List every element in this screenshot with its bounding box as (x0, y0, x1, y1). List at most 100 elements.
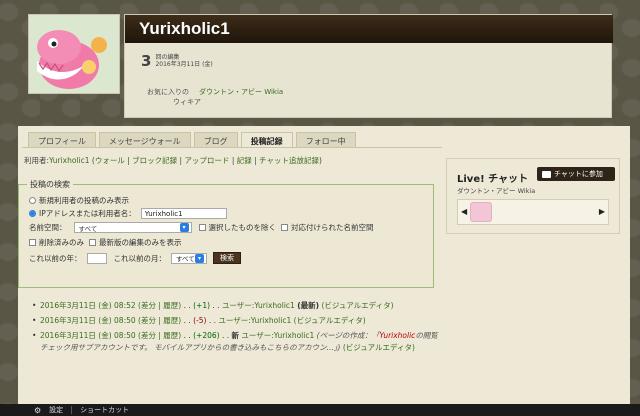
sep-4: | (251, 156, 260, 165)
size-diff: (+206) (193, 331, 220, 340)
month-select[interactable]: すべて ▾ (171, 252, 207, 264)
ip-user-label: IPアドレスまたは利用者名： (39, 209, 136, 218)
latest-flag: (最新) (297, 301, 320, 310)
tab-following[interactable]: フォロー中 (295, 132, 356, 147)
contributions-search-form: 投稿の検索 新規利用者の投稿のみ表示 IPアドレスまたは利用者名： 名前空間： … (18, 179, 434, 288)
year-input[interactable] (86, 252, 107, 264)
user-tool-links: 利用者:Yurixholic1 (ウォール | ブロック記録 | アップロード … (24, 155, 322, 166)
edit-count-meta: 回の編集 2016年3月11日 (金) (155, 54, 212, 68)
chat-bubble-icon (542, 170, 551, 178)
join-chat-button[interactable]: チャットに参加 (537, 167, 615, 181)
favorite-wiki-block: お気に入りの ダウントン・アビー Wikia ウィキア (147, 87, 283, 107)
chevron-left-icon[interactable]: ◀ (461, 207, 467, 216)
invert-checkbox[interactable] (198, 224, 206, 231)
editor-tag[interactable]: (ビジュアルエディタ) (321, 301, 393, 310)
associated-checkbox[interactable] (281, 224, 288, 231)
contributions-list: 2016年3月11日 (金) 08:52 (差分 | 履歴) . . (+1) … (32, 300, 444, 357)
edit-date-link[interactable]: 2016年3月11日 (金) 08:50 (40, 331, 136, 340)
edit-count: 3 (141, 52, 152, 70)
chat-ban-log-link[interactable]: チャット追放記録 (259, 156, 319, 165)
shortcuts-link[interactable]: ショートカット (80, 405, 129, 415)
page-link[interactable]: ユーザー:Yurixholic1 (222, 301, 295, 310)
favorite-wiki-label-2: ウィキア (173, 98, 201, 106)
sep-3: | (229, 156, 237, 165)
profile-avatar (28, 14, 120, 94)
date-row: これ以前の年： これ以前の月： すべて ▾ 検索 (29, 252, 241, 264)
user-link[interactable]: Yurixholic1 (49, 156, 90, 165)
new-page-marker: 新 (231, 331, 239, 340)
join-chat-label: チャットに参加 (554, 170, 603, 178)
edit-count-block: 3 回の編集 2016年3月11日 (金) (141, 54, 213, 69)
profile-tabs: プロフィール メッセージウォール ブログ 投稿記録 フォロー中 (28, 132, 356, 147)
namespace-value: すべて (78, 224, 98, 233)
list-item: 2016年3月11日 (金) 08:50 (差分 | 履歴) . . (-5) … (32, 315, 444, 327)
new-users-radio[interactable] (29, 197, 36, 204)
page-link[interactable]: ユーザー:Yurixholic1 (241, 331, 314, 340)
dots: . . (206, 316, 219, 325)
new-users-option[interactable]: 新規利用者の投稿のみ表示 (29, 195, 129, 206)
chevron-right-icon[interactable]: ▶ (599, 207, 605, 216)
diff-history-links[interactable]: (差分 | 履歴) (138, 331, 181, 340)
chat-title: Live! チャット (457, 174, 529, 185)
live-chat-module: Live! チャット ダウントン・アビー Wikia チャットに参加 ◀ ▶ (446, 158, 620, 234)
size-diff: (+1) (193, 301, 211, 310)
chat-user-carousel: ◀ ▶ (457, 199, 609, 225)
latest-only-label: 最新版の編集のみを表示 (99, 238, 182, 247)
deleted-only-label: 削除済みのみ (39, 238, 84, 247)
ip-user-radio[interactable] (29, 210, 36, 217)
search-legend: 投稿の検索 (27, 179, 73, 190)
diff-history-links[interactable]: (差分 | 履歴) (138, 316, 181, 325)
namespace-row: 名前空間： すべて ▾ 選択したものを除く 対応付けられた名前空間 (29, 222, 374, 233)
summary-prefix: (ページの作成：「 (316, 331, 380, 340)
year-label: これ以前の年： (29, 253, 82, 263)
uploads-link[interactable]: アップロード (184, 156, 229, 165)
toolbar-divider (71, 406, 73, 414)
chat-user-avatar[interactable] (470, 202, 492, 222)
dots: . . (181, 301, 194, 310)
list-item: 2016年3月11日 (金) 08:52 (差分 | 履歴) . . (+1) … (32, 300, 444, 312)
ip-user-option[interactable]: IPアドレスまたは利用者名： (29, 208, 227, 219)
dots: . . (210, 301, 222, 310)
dots: . . (219, 331, 232, 340)
new-users-label: 新規利用者の投稿のみ表示 (39, 196, 129, 205)
tabs-divider (22, 147, 442, 148)
page-link[interactable]: ユーザー:Yurixholic1 (218, 316, 291, 325)
block-log-link[interactable]: ブロック記録 (132, 156, 177, 165)
dots: . . (181, 316, 194, 325)
edit-date-link[interactable]: 2016年3月11日 (金) 08:52 (40, 301, 136, 310)
tab-profile[interactable]: プロフィール (28, 132, 96, 147)
editor-tag[interactable]: (ビジュアルエディタ) (343, 343, 415, 352)
tab-message-wall[interactable]: メッセージウォール (98, 132, 191, 147)
search-button[interactable]: 検索 (213, 252, 241, 264)
deleted-only-checkbox[interactable] (29, 239, 36, 246)
settings-link[interactable]: 設定 (49, 405, 63, 415)
month-label: これ以前の月： (113, 253, 167, 263)
bottom-toolbar: ⚙ 設定 ショートカット (0, 404, 640, 416)
profile-masthead: Yurixholic1 3 回の編集 2016年3月11日 (金) お気に入りの… (124, 14, 613, 118)
namespace-label: 名前空間： (29, 223, 67, 232)
size-diff: (-5) (193, 316, 207, 325)
edit-count-label: 回の編集 (155, 54, 180, 61)
diff-history-links[interactable]: (差分 | 履歴) (138, 301, 181, 310)
latest-only-checkbox[interactable] (89, 239, 96, 246)
wall-link[interactable]: ウォール (95, 156, 125, 165)
username-heading: Yurixholic1 (125, 15, 613, 43)
avatar-image (29, 15, 119, 93)
paren-close: ) (318, 156, 322, 165)
tab-contributions[interactable]: 投稿記録 (240, 132, 293, 147)
select-arrow-icon: ▾ (195, 253, 204, 263)
favorite-wiki-label: お気に入りの (147, 88, 189, 96)
namespace-select[interactable]: すべて ▾ (73, 222, 192, 233)
username-input[interactable] (140, 208, 227, 219)
user-prefix: 利用者: (24, 156, 50, 165)
edit-date-link[interactable]: 2016年3月11日 (金) 08:50 (40, 316, 136, 325)
tab-blog[interactable]: ブログ (193, 132, 238, 147)
associated-label: 対応付けられた名前空間 (291, 223, 374, 232)
dots: . . (181, 331, 194, 340)
logs-link[interactable]: 記録 (237, 156, 252, 165)
editor-tag[interactable]: (ビジュアルエディタ) (294, 316, 366, 325)
favorite-wiki-link[interactable]: ダウントン・アビー Wikia (199, 87, 283, 97)
list-item: 2016年3月11日 (金) 08:50 (差分 | 履歴) . . (+206… (32, 330, 444, 354)
gear-icon[interactable]: ⚙ (34, 406, 41, 415)
edit-since-date: 2016年3月11日 (金) (155, 61, 213, 68)
